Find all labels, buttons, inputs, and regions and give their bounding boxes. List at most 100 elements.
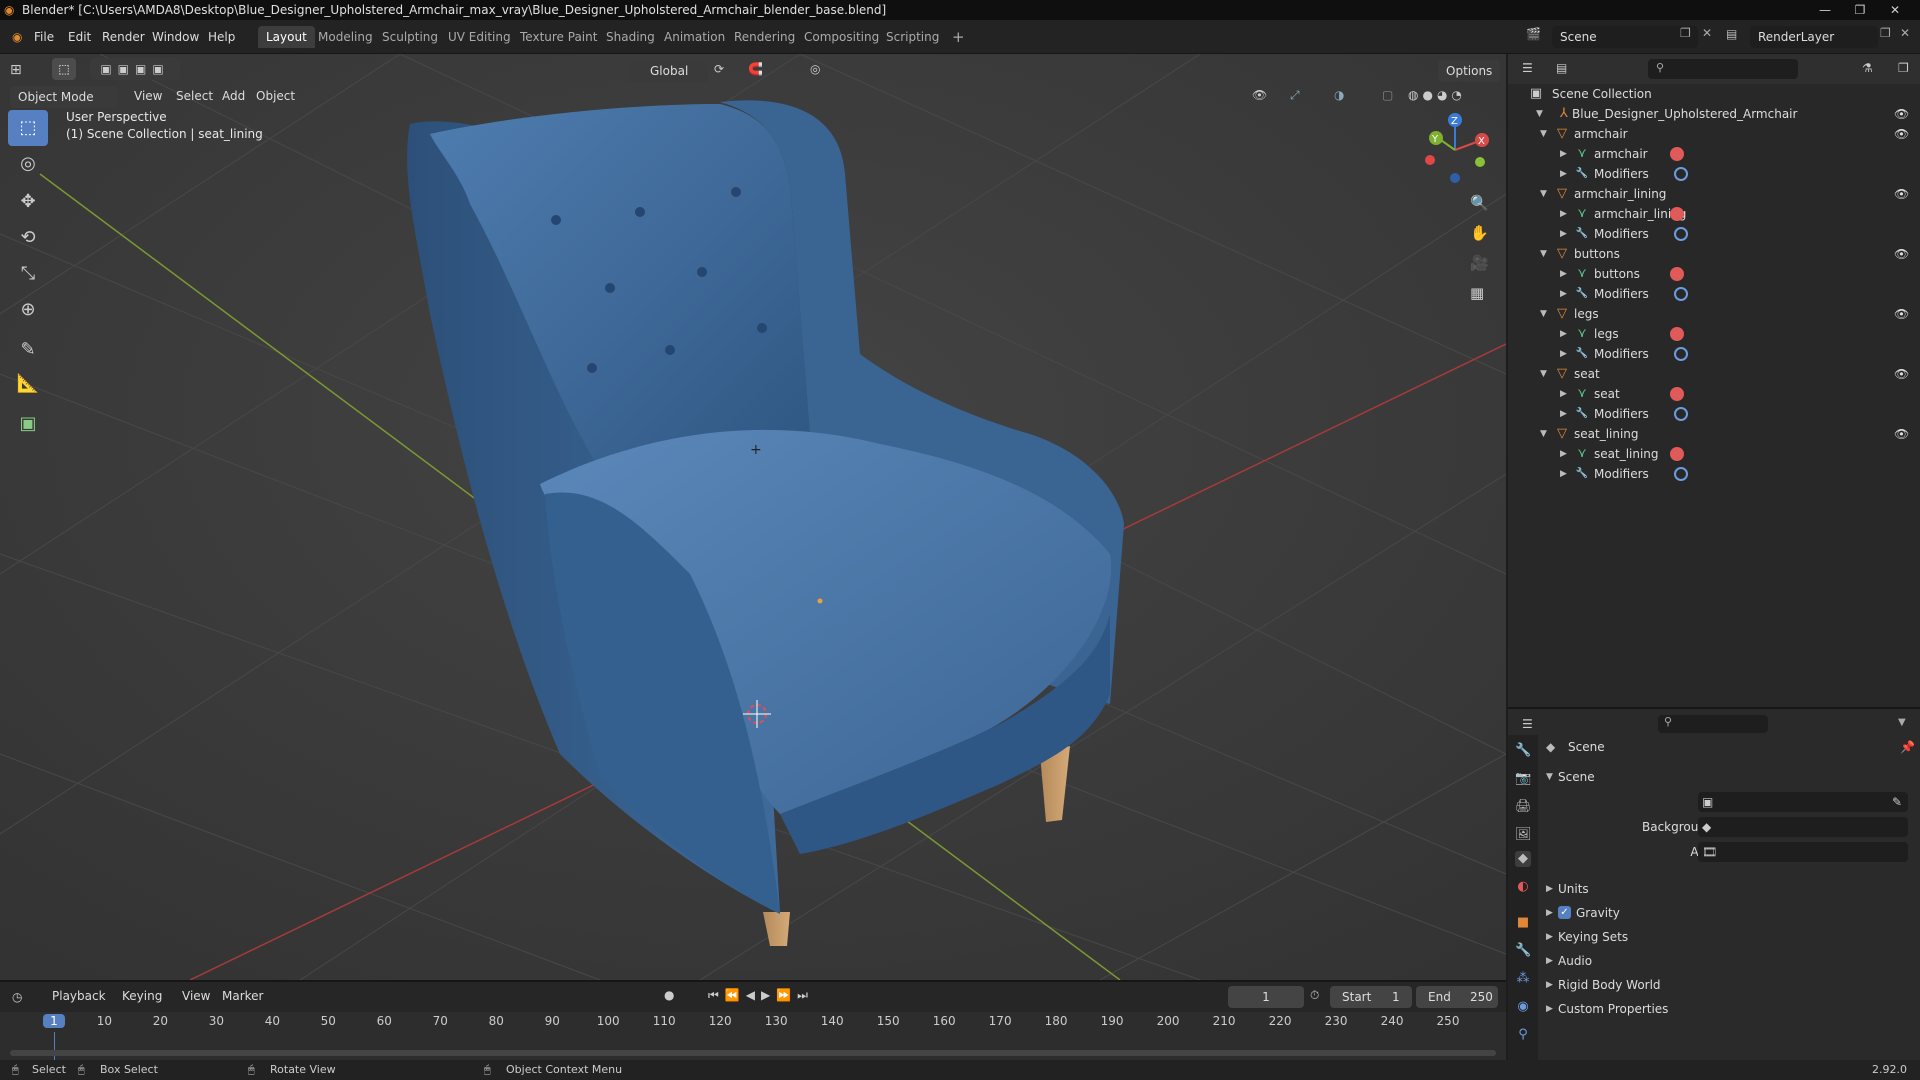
expand-chevron-icon[interactable]: ▼ [1540, 184, 1552, 204]
expand-chevron-icon[interactable]: ▼ [1540, 364, 1552, 384]
pan-hand-icon[interactable]: ✋ [1470, 224, 1489, 242]
section-keying-sets[interactable]: Keying Sets [1558, 926, 1628, 948]
timeline-menu-view[interactable]: View [176, 986, 216, 1006]
expand-chevron-icon[interactable]: ▼ [1540, 304, 1552, 324]
move-tool-icon[interactable]: ✥ [8, 184, 48, 220]
view-layer-icon[interactable]: ▤ [1726, 27, 1737, 41]
modifier-badge-icon[interactable] [1674, 287, 1688, 301]
material-badge-icon[interactable] [1670, 327, 1684, 341]
overlays-icon[interactable]: ◑ [1334, 88, 1344, 102]
display-mode-icon[interactable]: ▤ [1556, 61, 1567, 75]
tree-object-armchair[interactable]: ▼ ▽ armchair 👁 [1508, 124, 1920, 144]
collapse-chevron-icon[interactable]: ▶ [1560, 444, 1572, 464]
add-cube-tool-icon[interactable]: ▣ [8, 406, 48, 442]
material-badge-icon[interactable] [1670, 447, 1684, 461]
output-tab-icon[interactable]: 🖨 [1515, 799, 1532, 815]
cursor-tool-icon[interactable]: ◎ [8, 146, 48, 182]
background-scene-field[interactable] [1698, 817, 1908, 837]
section-audio[interactable]: Audio [1558, 950, 1592, 972]
collapse-chevron-icon[interactable]: ▶ [1560, 384, 1572, 404]
expand-chevron-icon[interactable]: ▼ [1540, 244, 1552, 264]
section-custom-properties[interactable]: Custom Properties [1558, 998, 1668, 1020]
outliner-editor-type-icon[interactable]: ☰ [1522, 61, 1533, 75]
tree-mesh-seat_lining[interactable]: ▶ ⋎ seat_lining [1508, 444, 1920, 464]
collapse-chevron-icon[interactable]: ▶ [1560, 204, 1572, 224]
record-icon[interactable]: ● [664, 988, 674, 1002]
section-chevron-icon[interactable]: ▶ [1546, 950, 1553, 972]
tree-modifiers-armchair_lining[interactable]: ▶ 🔧 Modifiers [1508, 224, 1920, 244]
tree-scene-collection[interactable]: ▣ Scene Collection [1508, 84, 1920, 104]
constraints-tab-icon[interactable]: ⚲ [1515, 1027, 1531, 1043]
visibility-eye-icon[interactable]: 👁 [1894, 104, 1909, 124]
annotate-tool-icon[interactable]: ✎ [8, 332, 48, 368]
tree-mesh-legs[interactable]: ▶ ⋎ legs [1508, 324, 1920, 344]
playback-controls[interactable]: ⏮⏪◀▶⏩⏭ [708, 988, 814, 1003]
visibility-icon[interactable]: 👁 [1252, 88, 1267, 102]
viewport-menu-add[interactable]: Add [216, 86, 251, 106]
timeline-menu-keying[interactable]: Keying [116, 986, 168, 1006]
collapse-chevron-icon[interactable]: ▶ [1560, 404, 1572, 424]
select-tool-icon[interactable]: ⬚ [52, 58, 76, 80]
camera-field[interactable] [1698, 792, 1908, 812]
modifier-tab-icon[interactable]: 🔧 [1515, 943, 1531, 959]
tree-object-legs[interactable]: ▼ ▽ legs 👁 [1508, 304, 1920, 324]
measure-tool-icon[interactable]: 📐 [8, 366, 48, 402]
tab-sculpting[interactable]: Sculpting [374, 26, 446, 48]
maximize-icon[interactable]: ❐ [1845, 0, 1875, 20]
visibility-eye-icon[interactable]: 👁 [1894, 364, 1909, 384]
rotate-tool-icon[interactable]: ⟲ [8, 220, 48, 256]
object-tab-icon[interactable]: ■ [1515, 915, 1531, 931]
add-workspace-icon[interactable]: + [944, 26, 973, 48]
tab-compositing[interactable]: Compositing [796, 26, 887, 48]
camera-view-icon[interactable]: 🎥 [1470, 254, 1489, 272]
properties-search-input[interactable] [1658, 715, 1768, 733]
collapse-chevron-icon[interactable]: ▶ [1560, 264, 1572, 284]
tree-object-seat[interactable]: ▼ ▽ seat 👁 [1508, 364, 1920, 384]
tree-mesh-seat[interactable]: ▶ ⋎ seat [1508, 384, 1920, 404]
menu-window[interactable]: Window [146, 27, 205, 47]
tree-modifiers-buttons[interactable]: ▶ 🔧 Modifiers [1508, 284, 1920, 304]
material-badge-icon[interactable] [1670, 207, 1684, 221]
tab-uv-editing[interactable]: UV Editing [440, 26, 519, 48]
minimize-icon[interactable]: — [1810, 0, 1840, 20]
collapse-chevron-icon[interactable]: ▶ [1560, 224, 1572, 244]
snap-icon[interactable]: 🧲 [748, 62, 763, 76]
section-gravity[interactable]: Gravity [1576, 902, 1620, 924]
tree-modifiers-armchair[interactable]: ▶ 🔧 Modifiers [1508, 164, 1920, 184]
menu-edit[interactable]: Edit [62, 27, 97, 47]
viewport-menu-select[interactable]: Select [170, 86, 219, 106]
new-scene-icon[interactable]: ❐ [1680, 26, 1691, 40]
scene-tab-icon[interactable]: ◆ [1515, 851, 1531, 867]
world-tab-icon[interactable]: ◐ [1515, 879, 1531, 895]
perspective-toggle-icon[interactable]: ▦ [1470, 284, 1484, 302]
timeline-scrollbar[interactable] [10, 1050, 1496, 1056]
modifier-badge-icon[interactable] [1674, 167, 1688, 181]
stopwatch-icon[interactable]: ⏱ [1310, 988, 1319, 1003]
gizmo-toggle-icon[interactable]: ⤢ [1290, 88, 1300, 103]
pivot-point-icon[interactable]: ⟳ [714, 62, 724, 76]
tab-shading[interactable]: Shading [598, 26, 663, 48]
view-layer-tab-icon[interactable]: 🖼 [1515, 827, 1532, 843]
section-chevron-icon[interactable]: ▶ [1546, 902, 1553, 924]
visibility-eye-icon[interactable]: 👁 [1894, 244, 1909, 264]
material-badge-icon[interactable] [1670, 267, 1684, 281]
menu-file[interactable]: File [28, 27, 60, 47]
new-view-layer-icon[interactable]: ❐ [1880, 26, 1891, 40]
3d-viewport[interactable]: + [0, 54, 1506, 980]
material-badge-icon[interactable] [1670, 387, 1684, 401]
timeline-editor-type-icon[interactable]: ◷ [12, 990, 22, 1004]
viewport-menu-object[interactable]: Object [250, 86, 301, 106]
collapse-chevron-icon[interactable]: ▶ [1560, 144, 1572, 164]
visibility-eye-icon[interactable]: 👁 [1894, 304, 1909, 324]
menu-help[interactable]: Help [202, 27, 241, 47]
modifier-badge-icon[interactable] [1674, 467, 1688, 481]
expand-chevron-icon[interactable]: ▼ [1536, 104, 1548, 124]
tab-rendering[interactable]: Rendering [726, 26, 803, 48]
visibility-eye-icon[interactable]: 👁 [1894, 184, 1909, 204]
section-chevron-icon[interactable]: ▶ [1546, 974, 1553, 996]
tree-modifiers-seat[interactable]: ▶ 🔧 Modifiers [1508, 404, 1920, 424]
panel-chevron-icon[interactable]: ▼ [1546, 766, 1553, 788]
properties-editor-type-icon[interactable]: ☰ [1522, 717, 1533, 731]
scale-tool-icon[interactable]: ⤡ [8, 256, 48, 292]
collapse-chevron-icon[interactable]: ▶ [1560, 344, 1572, 364]
